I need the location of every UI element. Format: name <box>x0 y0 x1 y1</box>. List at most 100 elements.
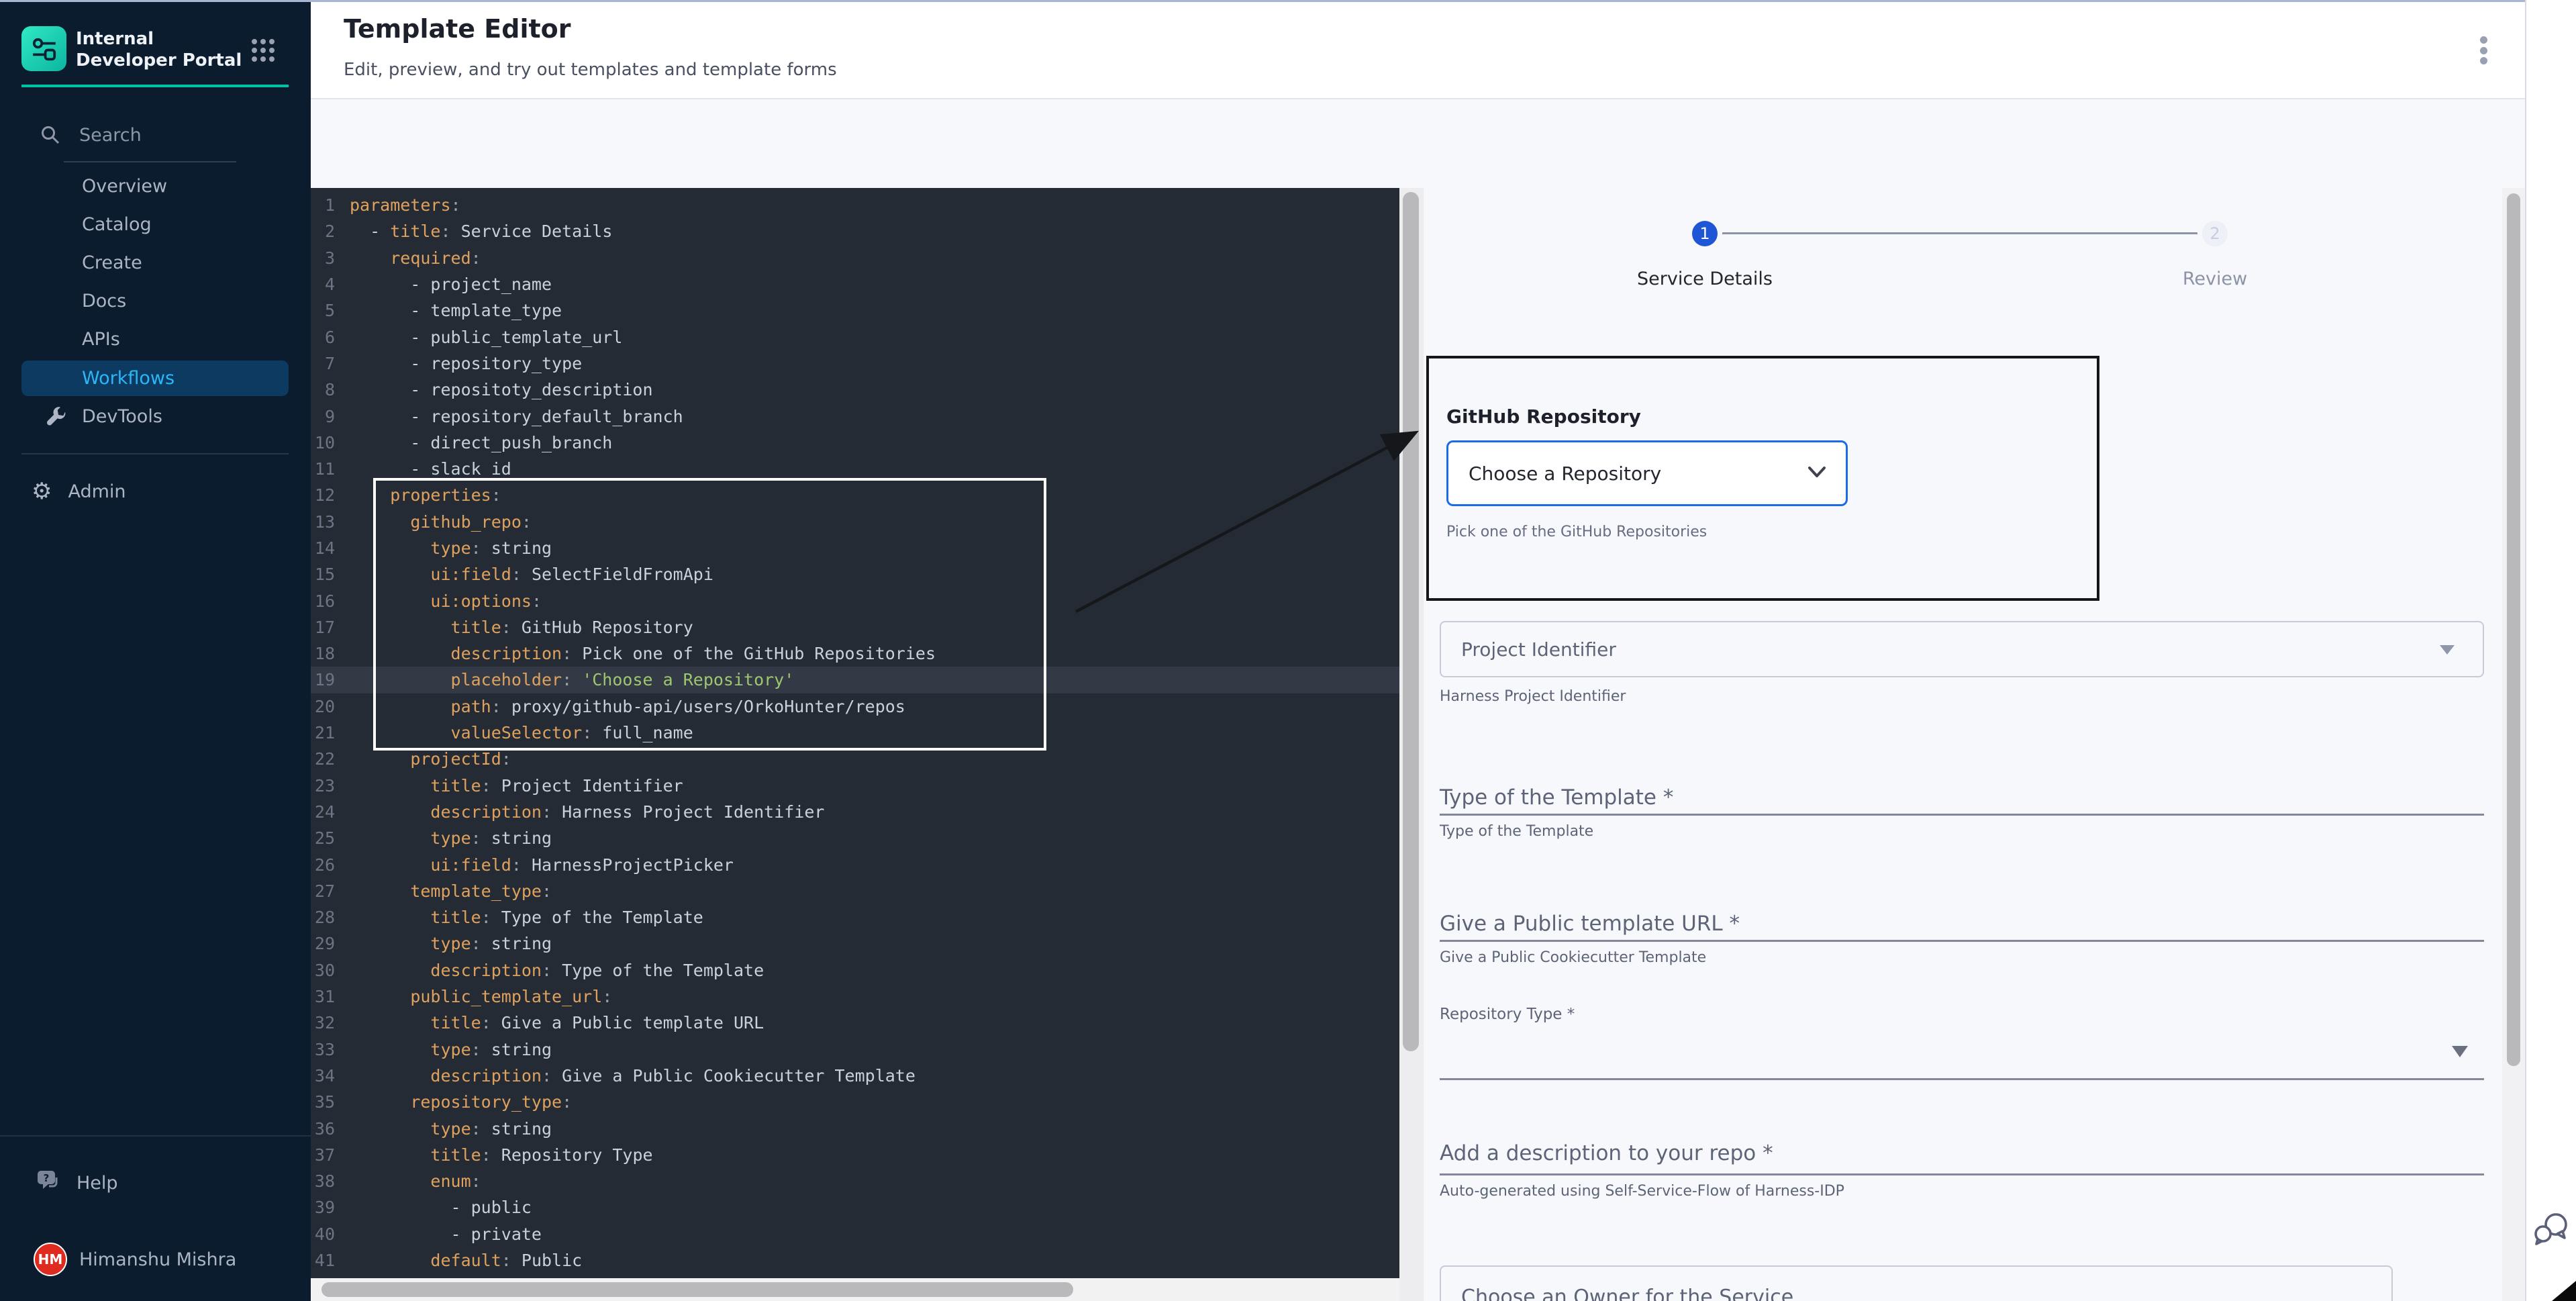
app-grid-icon[interactable] <box>251 38 275 65</box>
sidebar-item-catalog[interactable]: Catalog <box>21 207 289 242</box>
code-line[interactable]: 14 type: string <box>311 535 1399 561</box>
line-number: 19 <box>311 670 350 689</box>
code-line[interactable]: 38 enum: <box>311 1168 1399 1194</box>
dropdown-caret-icon[interactable] <box>2452 1046 2468 1057</box>
project-identifier-placeholder: Project Identifier <box>1461 638 1616 661</box>
code-line[interactable]: 20 path: proxy/github-api/users/OrkoHunt… <box>311 693 1399 720</box>
sidebar-divider <box>21 453 289 454</box>
public-template-url-placeholder: Give a Public template URL * <box>1440 912 2484 936</box>
code-line[interactable]: 36 type: string <box>311 1115 1399 1141</box>
code-line[interactable]: 15 ui:field: SelectFieldFromApi <box>311 561 1399 587</box>
code-line[interactable]: 2 - title: Service Details <box>311 218 1399 244</box>
line-number: 13 <box>311 512 350 532</box>
code-line[interactable]: 28 title: Type of the Template <box>311 904 1399 930</box>
search-divider <box>64 161 236 162</box>
sidebar-item-label: Create <box>82 252 142 273</box>
line-number: 8 <box>311 380 350 399</box>
line-number: 2 <box>311 222 350 241</box>
code-line[interactable]: 35 repository_type: <box>311 1089 1399 1115</box>
app-logo[interactable] <box>21 26 66 71</box>
code-line[interactable]: 17 title: GitHub Repository <box>311 614 1399 640</box>
line-number: 29 <box>311 934 350 953</box>
code-line[interactable]: 21 valueSelector: full_name <box>311 720 1399 746</box>
code-line[interactable]: 12 properties: <box>311 482 1399 508</box>
code-line[interactable]: 32 title: Give a Public template URL <box>311 1010 1399 1036</box>
sidebar-item-label: Overview <box>82 176 167 197</box>
code-line[interactable]: 33 type: string <box>311 1037 1399 1063</box>
svg-text:?: ? <box>44 1172 50 1184</box>
editor-vertical-scrollbar[interactable] <box>1399 188 1424 1301</box>
repo-description-helper: Auto-generated using Self-Service-Flow o… <box>1440 1183 1844 1200</box>
avatar: HM <box>34 1243 67 1276</box>
repo-description-field[interactable]: Add a description to your repo * Auto-ge… <box>1440 1141 2484 1165</box>
code-line[interactable]: 10 - direct_push_branch <box>311 430 1399 456</box>
code-line[interactable]: 11 - slack_id <box>311 456 1399 482</box>
code-line[interactable]: 1parameters: <box>311 192 1399 218</box>
user-menu[interactable]: HM Himanshu Mishra <box>34 1241 289 1278</box>
github-repository-select[interactable]: Choose a Repository <box>1446 440 1848 506</box>
search-label: Search <box>79 125 142 146</box>
stepper-step-1[interactable]: 1 <box>1692 221 1718 246</box>
code-line[interactable]: 31 public_template_url: <box>311 983 1399 1010</box>
code-line[interactable]: 4 - project_name <box>311 271 1399 297</box>
line-number: 32 <box>311 1013 350 1032</box>
sidebar-accent-rule <box>21 85 289 87</box>
line-number: 30 <box>311 961 350 980</box>
code-line[interactable]: 23 title: Project Identifier <box>311 773 1399 799</box>
code-line[interactable]: 34 description: Give a Public Cookiecutt… <box>311 1063 1399 1089</box>
kebab-menu-icon[interactable] <box>2470 35 2497 66</box>
yaml-code-editor[interactable]: 1parameters:2 - title: Service Details3 … <box>311 188 1399 1301</box>
code-line[interactable]: 29 type: string <box>311 930 1399 957</box>
sidebar-item-label: Workflows <box>82 368 175 389</box>
code-line[interactable]: 30 description: Type of the Template <box>311 957 1399 983</box>
code-line[interactable]: 19 placeholder: 'Choose a Repository' <box>311 667 1399 693</box>
scrollbar-thumb[interactable] <box>321 1282 1073 1297</box>
code-line[interactable]: 9 - repository_default_branch <box>311 403 1399 429</box>
code-line[interactable]: 37 title: Repository Type <box>311 1142 1399 1168</box>
github-repository-title: GitHub Repository <box>1446 405 1641 428</box>
code-line[interactable]: 27 template_type: <box>311 878 1399 904</box>
line-number: 14 <box>311 538 350 558</box>
code-line[interactable]: 7 - repository_type <box>311 350 1399 377</box>
scrollbar-thumb[interactable] <box>1403 192 1419 1051</box>
code-line[interactable]: 24 description: Harness Project Identifi… <box>311 799 1399 825</box>
corner-widget <box>2552 1281 2576 1301</box>
chat-support-icon[interactable] <box>2532 1208 2571 1258</box>
page-title: Template Editor <box>344 14 571 44</box>
sidebar-item-help[interactable]: ? Help <box>35 1166 263 1200</box>
stepper-step-2[interactable]: 2 <box>2202 221 2228 246</box>
line-number: 12 <box>311 485 350 505</box>
code-line[interactable]: 18 description: Pick one of the GitHub R… <box>311 640 1399 667</box>
line-number: 26 <box>311 855 350 875</box>
public-template-url-field[interactable]: Give a Public template URL * Give a Publ… <box>1440 912 2484 936</box>
page-vertical-scrollbar[interactable] <box>2502 188 2525 1301</box>
line-number: 5 <box>311 301 350 320</box>
code-line[interactable]: 41 default: Public <box>311 1247 1399 1273</box>
repository-type-underline[interactable] <box>1440 1078 2484 1080</box>
code-line[interactable]: 26 ui:field: HarnessProjectPicker <box>311 851 1399 877</box>
code-line[interactable]: 8 - repositoty_description <box>311 377 1399 403</box>
code-line[interactable]: 16 ui:options: <box>311 587 1399 614</box>
sidebar-item-overview[interactable]: Overview <box>21 168 289 204</box>
code-line[interactable]: 40 - private <box>311 1221 1399 1247</box>
scrollbar-thumb[interactable] <box>2507 193 2520 1066</box>
code-line[interactable]: 22 projectId: <box>311 746 1399 772</box>
code-line[interactable]: 6 - public_template_url <box>311 324 1399 350</box>
sidebar-search[interactable]: Search <box>40 120 268 150</box>
code-line[interactable]: 3 required: <box>311 245 1399 271</box>
sidebar-item-apis[interactable]: APIs <box>21 322 289 357</box>
line-number: 34 <box>311 1066 350 1086</box>
template-type-field[interactable]: Type of the Template * Type of the Templ… <box>1440 785 2484 810</box>
sidebar-item-workflows[interactable]: Workflows <box>21 360 289 396</box>
code-line[interactable]: 13 github_repo: <box>311 509 1399 535</box>
code-line[interactable]: 25 type: string <box>311 825 1399 851</box>
owner-select[interactable]: Choose an Owner for the Service <box>1440 1265 2393 1301</box>
sidebar-item-devtools[interactable]: DevTools <box>21 399 289 434</box>
sidebar-item-admin[interactable]: ⚙ Admin <box>21 474 289 509</box>
sidebar-item-docs[interactable]: Docs <box>21 283 289 319</box>
editor-horizontal-scrollbar[interactable] <box>311 1278 1399 1301</box>
code-line[interactable]: 39 - public <box>311 1194 1399 1220</box>
code-line[interactable]: 5 - template_type <box>311 297 1399 324</box>
project-identifier-select[interactable]: Project Identifier <box>1440 621 2484 677</box>
sidebar-item-create[interactable]: Create <box>21 245 289 281</box>
